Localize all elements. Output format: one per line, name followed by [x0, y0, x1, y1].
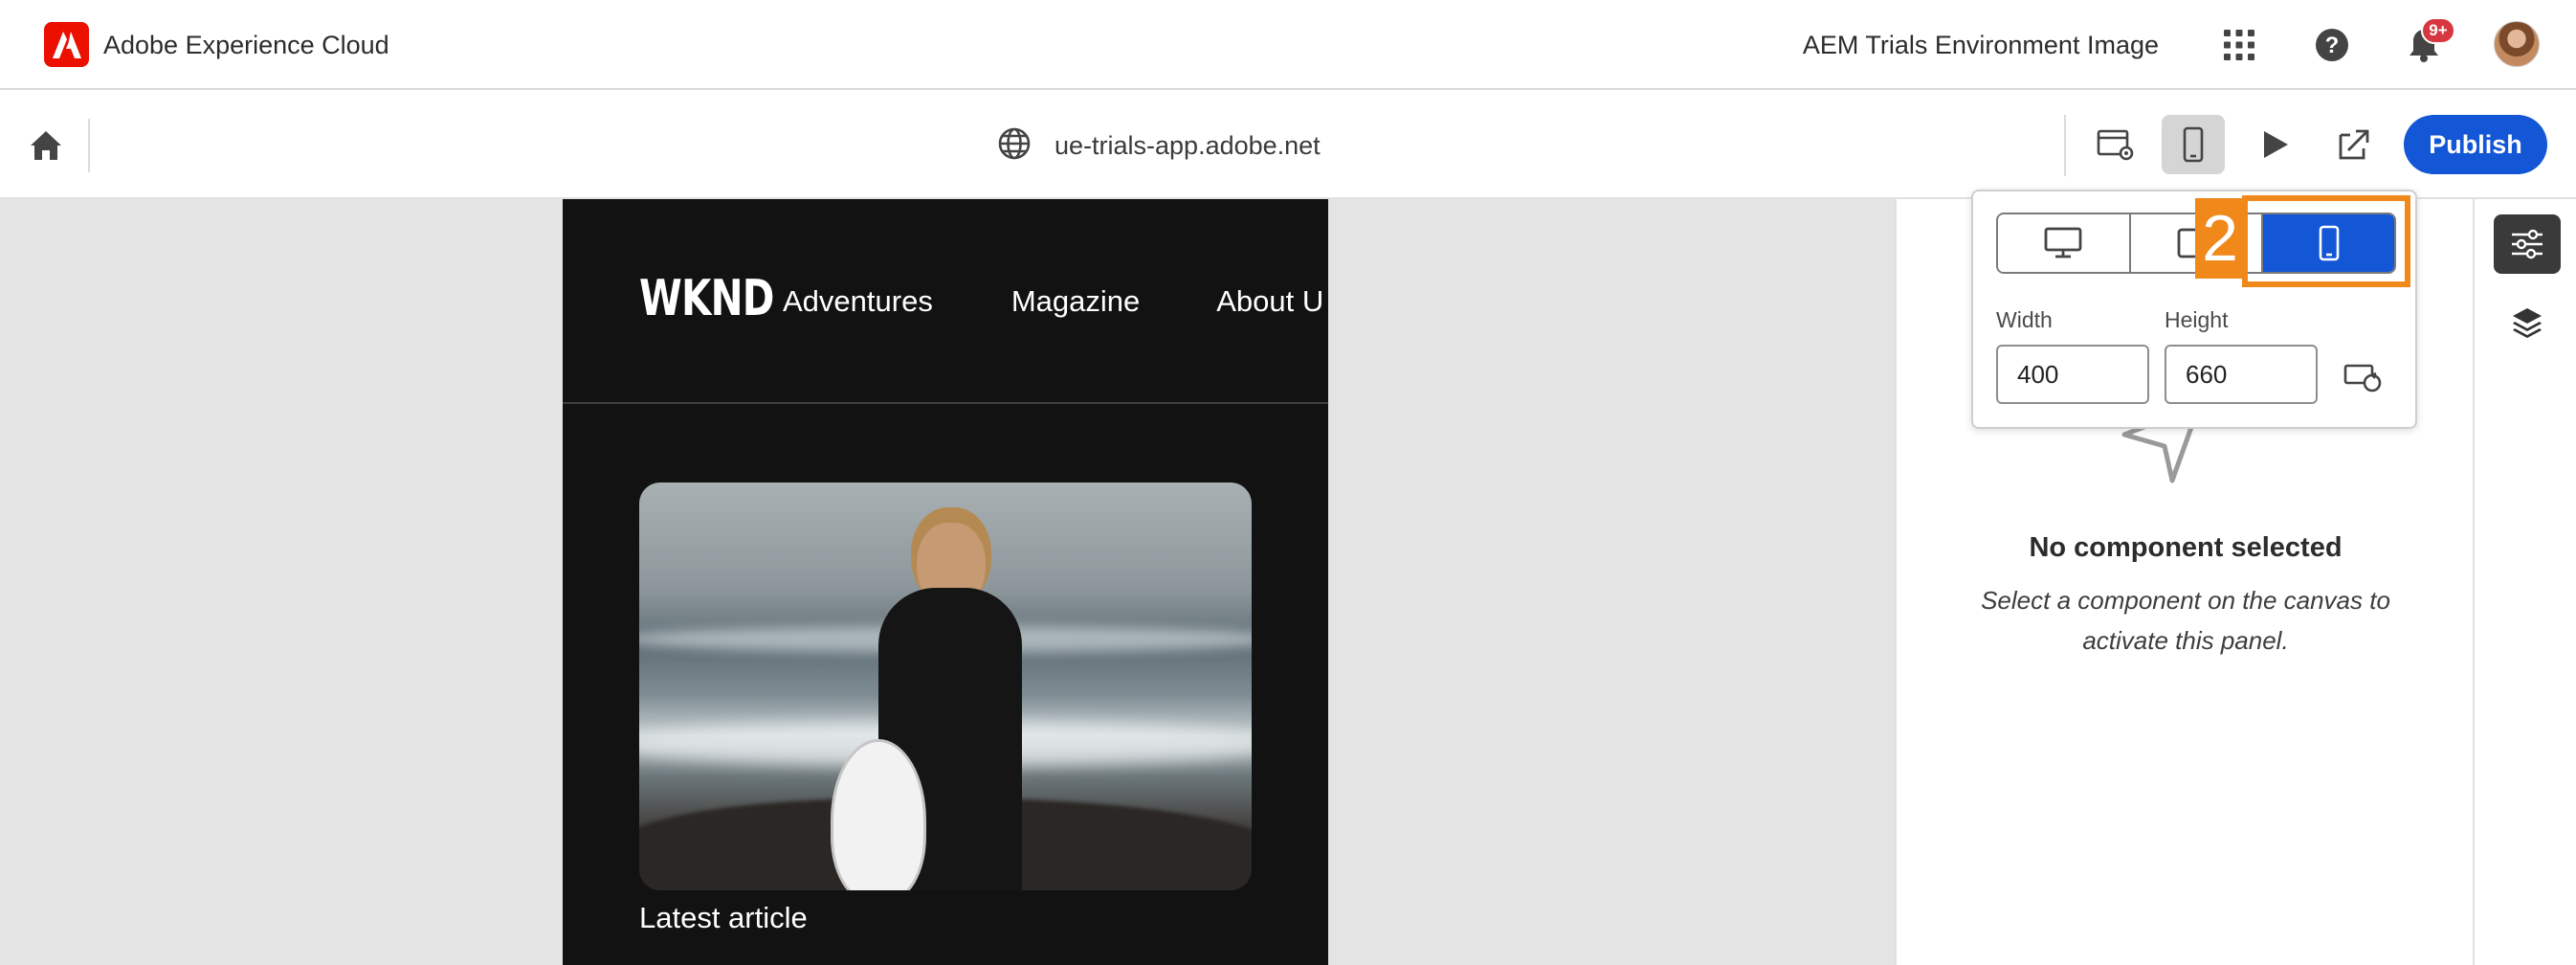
open-external-icon	[2339, 129, 2369, 160]
editor-canvas[interactable]: WKND Adventures Magazine About U Latest …	[0, 199, 1895, 965]
latest-article-label[interactable]: Latest article	[639, 900, 808, 936]
home-button[interactable]	[21, 121, 71, 170]
panel-empty-title: No component selected	[2029, 532, 2343, 563]
app-grid-icon[interactable]	[2215, 21, 2263, 69]
rotate-icon	[2343, 364, 2382, 393]
properties-rail-button[interactable]	[2494, 214, 2561, 274]
site-nav: Adventures Magazine About U	[783, 283, 1323, 320]
play-icon	[2264, 131, 2288, 158]
preview-button[interactable]	[2244, 115, 2307, 174]
shell-bar: Adobe Experience Cloud AEM Trials Enviro…	[0, 0, 2576, 90]
site-logo[interactable]: WKND	[639, 270, 774, 327]
height-input[interactable]	[2165, 345, 2318, 404]
width-label: Width	[1996, 307, 2053, 332]
home-icon	[31, 131, 61, 160]
editor-toolbar: ue-trials-app.adobe.net Publish	[0, 92, 2576, 199]
step-highlight-box	[2242, 195, 2410, 287]
panel-empty-description: Select a component on the canvas to acti…	[1981, 586, 2390, 655]
desktop-icon	[2044, 227, 2082, 258]
step-number-badge: 2	[2195, 198, 2245, 279]
open-in-new-tab-button[interactable]	[2322, 115, 2386, 174]
app-title[interactable]: Adobe Experience Cloud	[103, 29, 389, 61]
sliders-icon	[2512, 229, 2543, 259]
emulator-button[interactable]	[2162, 115, 2225, 174]
content-tree-rail-button[interactable]	[2494, 293, 2561, 352]
toolbar-divider	[88, 119, 90, 172]
page-settings-icon	[2097, 129, 2134, 161]
adobe-logo-icon[interactable]	[44, 22, 89, 67]
desktop-device-button[interactable]	[1998, 214, 2131, 272]
svg-text:?: ?	[2325, 33, 2340, 58]
adobe-a-glyph	[52, 31, 81, 58]
org-switcher[interactable]: AEM Trials Environment Image	[1803, 29, 2159, 61]
page-properties-button[interactable]	[2084, 115, 2147, 174]
layers-icon	[2513, 308, 2542, 338]
site-nav-item[interactable]: About U	[1216, 283, 1323, 320]
mobile-device-icon	[2183, 126, 2204, 163]
rotate-device-button[interactable]	[2339, 354, 2387, 398]
page-url[interactable]: ue-trials-app.adobe.net	[1055, 130, 1321, 161]
height-label: Height	[2165, 307, 2229, 332]
hero-image[interactable]	[639, 482, 1252, 890]
publish-button[interactable]: Publish	[2404, 115, 2547, 174]
site-header-divider	[563, 402, 1328, 404]
site-nav-item[interactable]: Magazine	[1011, 283, 1140, 320]
notification-badge: 9+	[2421, 17, 2455, 44]
help-icon[interactable]: ?	[2308, 21, 2356, 69]
user-avatar[interactable]	[2494, 21, 2540, 67]
globe-icon	[995, 124, 1033, 163]
width-input[interactable]	[1996, 345, 2149, 404]
right-rail	[2473, 199, 2576, 965]
image-surfboard	[831, 739, 926, 890]
toolbar-divider	[2064, 115, 2066, 176]
site-preview[interactable]: WKND Adventures Magazine About U Latest …	[563, 199, 1328, 965]
site-nav-item[interactable]: Adventures	[783, 283, 933, 320]
